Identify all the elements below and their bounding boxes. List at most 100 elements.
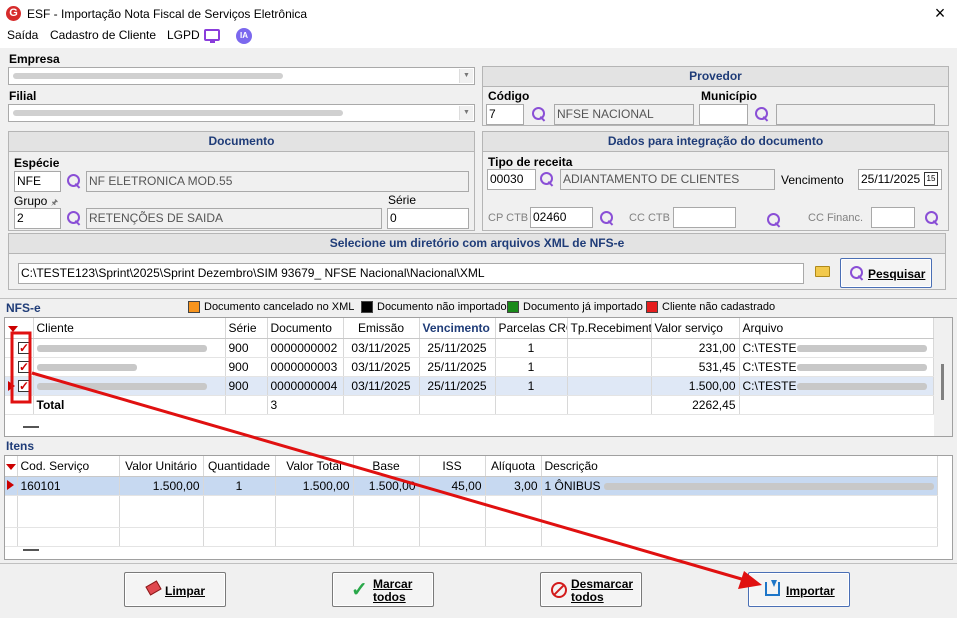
- col-base[interactable]: Base: [353, 456, 420, 477]
- legend-ja-importado: Documento já importado: [523, 301, 643, 313]
- table-row-selected[interactable]: ✓ 900 0000000004 03/11/2025 25/11/2025 1…: [5, 376, 934, 396]
- diretorio-title: Selecione um diretório com arquivos XML …: [9, 234, 945, 254]
- limpar-button[interactable]: Limpar: [124, 572, 226, 607]
- cell-serie: 900: [225, 357, 268, 377]
- window-title: ESF - Importação Nota Fiscal de Serviços…: [27, 7, 308, 21]
- importar-button[interactable]: Importar: [748, 572, 850, 607]
- col-arquivo[interactable]: Arquivo: [739, 318, 934, 339]
- cell-emissao: 03/11/2025: [343, 338, 420, 358]
- close-icon[interactable]: ×: [930, 3, 950, 23]
- nfse-grid: Cliente Série Documento Emissão Vencimen…: [4, 317, 953, 437]
- filial-select[interactable]: ▼: [8, 104, 475, 122]
- grupo-field[interactable]: 2: [14, 208, 61, 229]
- col-serie[interactable]: Série: [225, 318, 268, 339]
- search-icon[interactable]: [754, 106, 770, 122]
- folder-icon[interactable]: [815, 266, 830, 277]
- col-parcelas-crc[interactable]: Parcelas CRC: [495, 318, 568, 339]
- menu-saida[interactable]: Saída: [7, 28, 38, 42]
- provedor-title: Provedor: [483, 67, 948, 87]
- col-valor-total[interactable]: Valor Total: [275, 456, 354, 477]
- menu-cadastro-cliente[interactable]: Cadastro de Cliente: [50, 28, 156, 42]
- cell-tp-recebimento: [567, 338, 652, 358]
- import-icon: [765, 580, 780, 596]
- search-icon[interactable]: [766, 212, 782, 228]
- municipio-field[interactable]: [699, 104, 748, 125]
- legend-swatch-ja-importado: [507, 301, 519, 313]
- cell-aliquota: 3,00: [485, 476, 542, 496]
- current-row-icon: [7, 479, 14, 490]
- col-cod-servico[interactable]: Cod. Serviço: [17, 456, 120, 477]
- vencimento-label: Vencimento: [781, 173, 844, 187]
- row-checkbox[interactable]: ✓: [18, 379, 30, 392]
- pesquisar-button[interactable]: Pesquisar: [840, 258, 932, 288]
- col-cliente[interactable]: Cliente: [33, 318, 226, 339]
- cell-valor: 231,00: [651, 338, 740, 358]
- documento-title: Documento: [9, 132, 474, 152]
- cell-emissao: 03/11/2025: [343, 376, 420, 396]
- cell-iss: 45,00: [419, 476, 486, 496]
- col-descricao[interactable]: Descrição: [541, 456, 938, 477]
- col-valor-servico[interactable]: Valor serviço: [651, 318, 740, 339]
- itens-grid: Cod. Serviço Valor Unitário Quantidade V…: [4, 455, 953, 560]
- table-row-selected[interactable]: 160101 1.500,00 1 1.500,00 1.500,00 45,0…: [5, 476, 938, 496]
- calendar-icon[interactable]: 15: [924, 172, 938, 186]
- col-valor-unitario[interactable]: Valor Unitário: [119, 456, 204, 477]
- menu-lgpd[interactable]: LGPD: [167, 28, 200, 42]
- cc-ctb-field[interactable]: [673, 207, 736, 228]
- cell-vencimento: 25/11/2025: [419, 376, 496, 396]
- eraser-icon: [145, 580, 162, 596]
- cell-arquivo: C:\TESTE: [739, 376, 934, 396]
- legend-swatch-cliente-nao-cadastrado: [646, 301, 658, 313]
- cell-documento: 0000000002: [267, 338, 344, 358]
- search-icon[interactable]: [599, 210, 615, 226]
- search-icon[interactable]: [66, 210, 82, 226]
- provedor-descricao: NFSE NACIONAL: [554, 104, 694, 125]
- search-icon: [849, 265, 865, 281]
- grupo-descricao: RETENÇÕES DE SAIDA: [86, 208, 382, 229]
- cell-emissao: 03/11/2025: [343, 357, 420, 377]
- monitor-icon[interactable]: [204, 29, 220, 43]
- row-checkbox[interactable]: ✓: [18, 360, 30, 373]
- col-documento[interactable]: Documento: [267, 318, 344, 339]
- directory-path-input[interactable]: C:\TESTE123\Sprint\2025\Sprint Dezembro\…: [18, 263, 804, 284]
- marcar-todos-button[interactable]: ✓ Marcar todos: [332, 572, 434, 607]
- row-checkbox[interactable]: ✓: [18, 341, 30, 354]
- search-icon[interactable]: [924, 210, 940, 226]
- search-icon[interactable]: [539, 171, 555, 187]
- cell-parcelas: 1: [495, 338, 568, 358]
- check-icon: ✓: [351, 579, 368, 601]
- col-quantidade[interactable]: Quantidade: [203, 456, 276, 477]
- col-emissao[interactable]: Emissão: [343, 318, 420, 339]
- ia-icon[interactable]: IA: [236, 28, 252, 44]
- cell-valor: 1.500,00: [651, 376, 740, 396]
- search-icon[interactable]: [531, 106, 547, 122]
- table-row[interactable]: ✓ 900 0000000003 03/11/2025 25/11/2025 1…: [5, 357, 934, 377]
- col-iss[interactable]: ISS: [419, 456, 486, 477]
- col-aliquota[interactable]: Alíquota: [485, 456, 542, 477]
- col-vencimento[interactable]: Vencimento: [419, 318, 496, 339]
- cell-cliente: [33, 376, 226, 396]
- codigo-field[interactable]: 7: [486, 104, 524, 125]
- especie-field[interactable]: NFE: [14, 171, 61, 192]
- cell-valor: 531,45: [651, 357, 740, 377]
- table-row[interactable]: ✓ 900 0000000002 03/11/2025 25/11/2025 1…: [5, 338, 934, 358]
- tipo-receita-descricao: ADIANTAMENTO DE CLIENTES: [560, 169, 775, 190]
- desmarcar-todos-button[interactable]: Desmarcar todos: [540, 572, 642, 607]
- cc-financ-field[interactable]: [871, 207, 915, 228]
- filial-label: Filial: [9, 89, 37, 103]
- search-icon[interactable]: [66, 173, 82, 189]
- tipo-receita-field[interactable]: 00030: [487, 169, 536, 190]
- municipio-descricao: [776, 104, 935, 125]
- empresa-select[interactable]: ▼: [8, 67, 475, 85]
- cell-parcelas: 1: [495, 376, 568, 396]
- vertical-scrollbar[interactable]: [934, 318, 952, 436]
- cell-cod: 160101: [17, 476, 120, 496]
- cell-arquivo: C:\TESTE: [739, 338, 934, 358]
- cell-documento: 0000000003: [267, 357, 344, 377]
- header-indicator: [5, 318, 34, 339]
- serie-field[interactable]: 0: [387, 208, 469, 229]
- cp-ctb-field[interactable]: 02460: [530, 207, 593, 228]
- col-tp-recebimento[interactable]: Tp.Recebimento: [567, 318, 652, 339]
- cell-cliente: [33, 338, 226, 358]
- total-valor: 2262,45: [651, 395, 740, 415]
